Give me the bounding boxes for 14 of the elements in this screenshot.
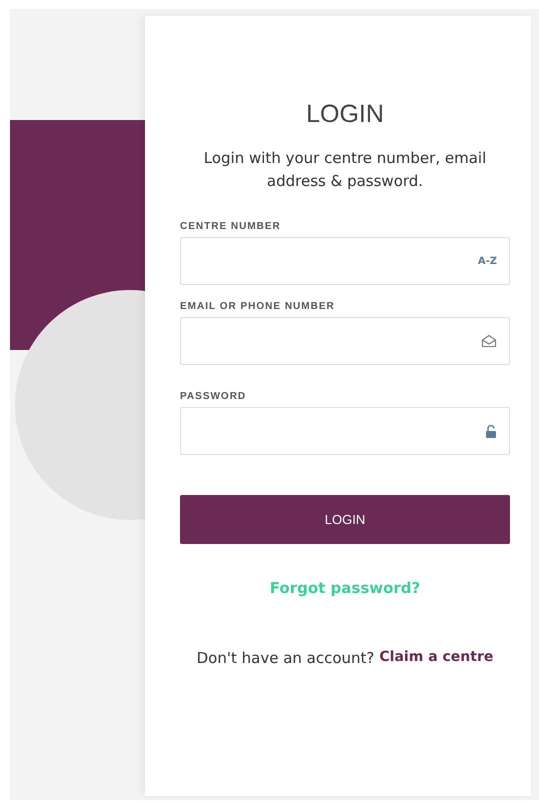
field-label: PASSWORD bbox=[180, 391, 248, 402]
login-instructions: Login with your centre number, email address & password. bbox=[202, 148, 488, 192]
envelope-icon bbox=[481, 334, 497, 348]
field-label: CENTRE NUMBER bbox=[180, 221, 282, 232]
input-field[interactable] bbox=[180, 407, 510, 455]
claim-centre-link[interactable]: Claim a centre bbox=[379, 649, 494, 667]
login-title: LOGIN bbox=[305, 100, 385, 129]
input-field[interactable]: A-Z bbox=[180, 237, 510, 285]
field-label: EMAIL OR PHONE NUMBER bbox=[180, 301, 336, 312]
login-button[interactable]: LOGIN bbox=[180, 495, 510, 544]
lock-icon bbox=[485, 424, 497, 438]
input-field[interactable] bbox=[180, 317, 510, 365]
account-prompt: Don't have an account? bbox=[196, 649, 374, 667]
field-hint: A-Z bbox=[478, 256, 497, 266]
